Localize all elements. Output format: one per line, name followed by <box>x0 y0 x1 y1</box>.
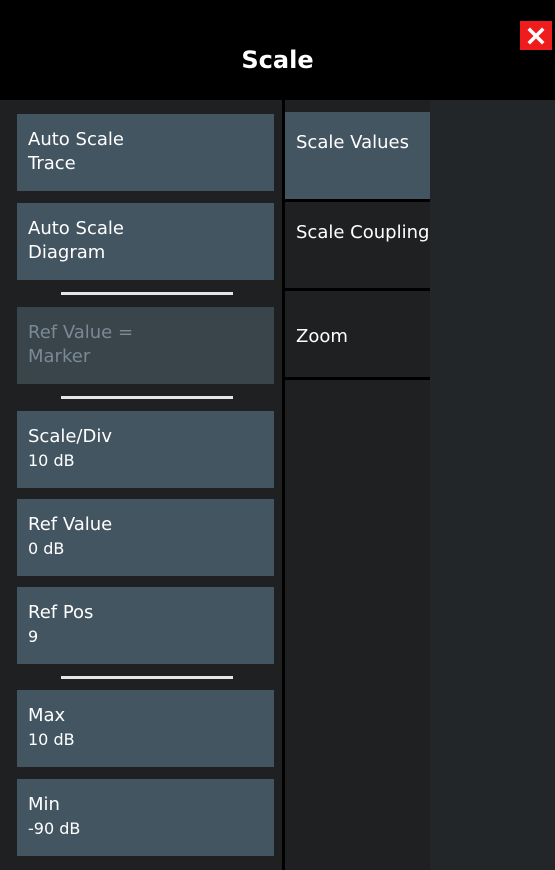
button-value: 9 <box>28 627 39 646</box>
separator <box>61 676 233 679</box>
ref-value-button[interactable]: Ref Value 0 dB <box>17 499 274 576</box>
separator <box>61 396 233 399</box>
button-label: Auto Scale <box>28 218 124 239</box>
ref-pos-button[interactable]: Ref Pos 9 <box>17 587 274 664</box>
button-label: Auto Scale <box>28 129 124 150</box>
tab-scale-values[interactable]: Scale Values <box>285 112 430 199</box>
button-label: Ref Value = <box>28 322 134 343</box>
min-button[interactable]: Min -90 dB <box>17 779 274 856</box>
button-value: 0 dB <box>28 539 65 558</box>
auto-scale-trace-button[interactable]: Auto Scale Trace <box>17 114 274 191</box>
button-value: -90 dB <box>28 819 81 838</box>
close-button[interactable] <box>520 21 552 50</box>
ref-value-marker-button[interactable]: Ref Value = Marker <box>17 307 274 384</box>
button-label: Trace <box>28 153 76 174</box>
button-label: Ref Value <box>28 514 113 535</box>
tab-label: Values <box>350 132 409 153</box>
button-label: Scale/Div <box>28 426 113 447</box>
button-value: 10 dB <box>28 451 75 470</box>
scale-dialog: Scale Auto Scale Trace Auto Scale Diagra… <box>0 0 555 870</box>
tab-divider <box>285 377 430 380</box>
title-bar: Scale <box>0 0 555 100</box>
tab-scale-coupling[interactable]: Scale Coupling <box>285 202 430 288</box>
separator <box>61 292 233 295</box>
tab-label: Coupling <box>350 222 430 243</box>
scale-div-button[interactable]: Scale/Div 10 dB <box>17 411 274 488</box>
dialog-title: Scale <box>241 46 314 74</box>
close-icon <box>527 27 545 44</box>
tab-label: Scale <box>296 222 345 243</box>
button-label: Ref Pos <box>28 602 94 623</box>
max-button[interactable]: Max 10 dB <box>17 690 274 767</box>
button-value: 10 dB <box>28 730 75 749</box>
button-label: Marker <box>28 346 91 367</box>
tab-label: Scale <box>296 132 345 153</box>
button-label: Min <box>28 794 60 815</box>
button-label: Max <box>28 705 66 726</box>
empty-panel <box>430 100 555 870</box>
auto-scale-diagram-button[interactable]: Auto Scale Diagram <box>17 203 274 280</box>
button-label: Diagram <box>28 242 106 263</box>
tab-label: Zoom <box>296 326 348 347</box>
tab-zoom[interactable]: Zoom <box>285 291 430 377</box>
